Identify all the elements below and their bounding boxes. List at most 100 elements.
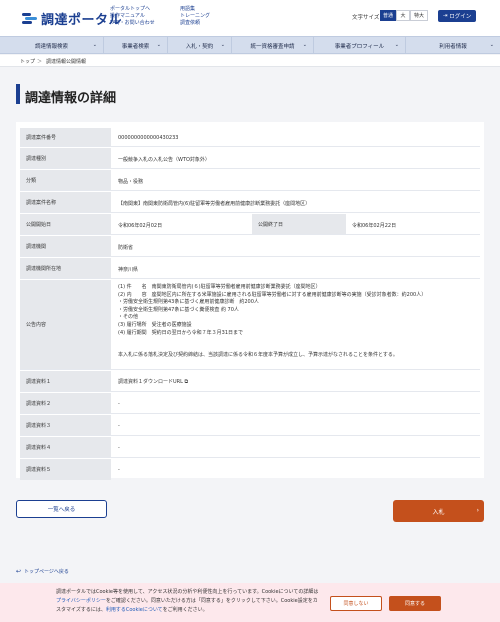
row-material-4: 調達資料４ - bbox=[20, 437, 480, 458]
material3-label: 調達資料３ bbox=[20, 415, 111, 435]
cookie-decline-button[interactable]: 同意しない bbox=[330, 596, 382, 611]
site-logo[interactable]: 調達ポータル bbox=[22, 9, 122, 28]
start-date-label: 公開開始日 bbox=[20, 214, 111, 234]
chevron-down-icon: ⌄ bbox=[92, 42, 97, 48]
nav-label: 利用者情報 bbox=[439, 43, 467, 50]
notice-line: (3) 履行場所 受注者の医療施設 bbox=[118, 321, 192, 328]
agency-value: 防衛省 bbox=[118, 245, 134, 251]
privacy-policy-link[interactable]: プライバシーポリシー bbox=[56, 598, 106, 604]
end-date-value: 令和06年02月22日 bbox=[352, 223, 397, 229]
nav-label: 統一資格審査申請 bbox=[250, 43, 295, 50]
back-to-top-link[interactable]: ↩ トップページへ戻る bbox=[16, 568, 69, 575]
breadcrumb-current: 調達情報公開情報 bbox=[46, 59, 87, 65]
nav-business-profile[interactable]: 事業者プロフィール ⌄ bbox=[314, 37, 406, 54]
detail-card: 調達案件番号 0000000000000430233 調達種別 一般競争入札の入… bbox=[16, 122, 484, 480]
header-links-secondary: 用語集 トレーニング 調査依頼 bbox=[180, 6, 210, 28]
breadcrumb-top-link[interactable]: トップ bbox=[20, 58, 35, 65]
material5-label: 調達資料５ bbox=[20, 459, 111, 480]
material3-value: - bbox=[118, 423, 120, 429]
nav-label: 調達情報検索 bbox=[34, 43, 68, 50]
chevron-down-icon: ⌄ bbox=[156, 42, 161, 48]
category-label: 分類 bbox=[20, 170, 111, 190]
material5-value: - bbox=[118, 467, 120, 473]
external-link-icon: ⧉ bbox=[182, 379, 189, 385]
font-size-large-button[interactable]: 大 bbox=[396, 10, 410, 21]
research-link[interactable]: 調査依頼 bbox=[180, 20, 210, 27]
font-size-label: 文字サイズ bbox=[352, 15, 380, 21]
site-header: 調達ポータル ポータルトップへ 操作マニュアル FAQ・お問い合わせ 用語集 ト… bbox=[0, 0, 500, 36]
font-size-normal-button[interactable]: 普通 bbox=[380, 10, 396, 21]
cookie-info-link[interactable]: 利用するCookieについて bbox=[106, 607, 163, 613]
return-arrow-icon: ↩ bbox=[16, 568, 22, 575]
nav-business-search[interactable]: 事業者検索 ⌄ bbox=[104, 37, 168, 54]
row-category: 分類 物品・役務 bbox=[20, 170, 480, 191]
page-title: 調達情報の詳細 bbox=[25, 91, 117, 106]
header-links-primary: ポータルトップへ 操作マニュアル FAQ・お問い合わせ bbox=[110, 6, 155, 28]
login-button[interactable]: ⇥ ログイン bbox=[438, 10, 476, 22]
cookie-accept-button[interactable]: 同意する bbox=[389, 596, 441, 611]
notice-line: (4) 履行期間 契約日の翌日から令和７年３月31日まで bbox=[118, 329, 244, 336]
name-value: 【南関東】南関東防衛局管内(6)駐留軍等労働者雇用前健康診断業務委託（座間地区） bbox=[118, 201, 311, 207]
logo-mark-icon bbox=[22, 12, 38, 26]
login-icon: ⇥ bbox=[442, 13, 448, 19]
agency-label: 調達機関 bbox=[20, 236, 111, 256]
name-label: 調達案件名称 bbox=[20, 192, 111, 212]
notice-line: ・労働安全衛生規則第47条に基づく糞便検査 約 70人 bbox=[118, 306, 239, 313]
category-value: 物品・役務 bbox=[118, 179, 144, 185]
notice-footer: 本入札に係る落札決定及び契約締結は、当該調達に係る令和６年度本予算が成立し、予算… bbox=[118, 352, 398, 359]
material4-value: - bbox=[118, 445, 120, 451]
notice-label: 公告内容 bbox=[20, 280, 111, 369]
chevron-down-icon: ⌄ bbox=[220, 42, 225, 48]
material1-label: 調達資料１ bbox=[20, 371, 111, 391]
location-value: 神奈川県 bbox=[118, 267, 139, 273]
row-material-2: 調達資料２ - bbox=[20, 393, 480, 414]
notice-line: ・労働安全衛生規則第43条に基づく雇用前健康診断 約200人 bbox=[118, 299, 259, 306]
type-label: 調達種別 bbox=[20, 148, 111, 168]
back-to-top-label: トップページへ戻る bbox=[24, 569, 69, 575]
material2-label: 調達資料２ bbox=[20, 393, 111, 413]
notice-content: (1) 件 名 南関東防衛局管内(６)駐留軍等労働者雇用前健康診断業務委託（座間… bbox=[118, 284, 478, 360]
material1-download-link[interactable]: 調達資料１ダウンロードURL ⧉ bbox=[118, 378, 188, 385]
start-date-value: 令和06年02月02日 bbox=[118, 223, 163, 229]
chevron-down-icon: ⌄ bbox=[489, 42, 494, 48]
nav-label: 入札・契約 bbox=[185, 43, 214, 50]
row-publication-dates: 公開開始日 令和06年02月02日 公開終了日 令和06年02月22日 bbox=[20, 214, 480, 235]
back-to-list-button[interactable]: 一覧へ戻る bbox=[16, 500, 107, 518]
chevron-down-icon: ⌄ bbox=[302, 42, 307, 48]
bid-button[interactable]: 入札 › bbox=[393, 500, 484, 522]
login-label: ログイン bbox=[449, 14, 472, 20]
cookie-notice-text: 調達ポータルではCookie等を使用して、アクセス状況の分析や利便性向上を行って… bbox=[56, 588, 321, 615]
case-number-label: 調達案件番号 bbox=[20, 128, 111, 146]
cookie-text-part: 調達ポータルではCookie等を使用して、アクセス状況の分析や利便性向上を行って… bbox=[56, 589, 319, 595]
nav-qualification[interactable]: 統一資格審査申請 ⌄ bbox=[232, 37, 314, 54]
material2-value: - bbox=[118, 401, 120, 407]
font-size-xlarge-button[interactable]: 特大 bbox=[410, 10, 428, 21]
row-type: 調達種別 一般競争入札の入札公告（WTO対象外） bbox=[20, 148, 480, 169]
cookie-text-part: をご利用ください。 bbox=[162, 607, 208, 613]
faq-link[interactable]: FAQ・お問い合わせ bbox=[110, 20, 155, 27]
nav-procurement-search[interactable]: 調達情報検索 ⌄ bbox=[0, 37, 104, 54]
bid-label: 入札 bbox=[432, 508, 445, 516]
type-value: 一般競争入札の入札公告（WTO対象外） bbox=[118, 157, 210, 163]
case-number-value: 0000000000000430233 bbox=[118, 135, 179, 141]
location-label: 調達機関所在地 bbox=[20, 258, 111, 278]
row-material-5: 調達資料５ - bbox=[20, 459, 480, 480]
breadcrumb: トップ ＞ 調達情報公開情報 bbox=[0, 55, 500, 67]
row-agency: 調達機関 防衛省 bbox=[20, 236, 480, 257]
end-date-label: 公開終了日 bbox=[252, 214, 346, 234]
material4-label: 調達資料４ bbox=[20, 437, 111, 457]
nav-bid-contract[interactable]: 入札・契約 ⌄ bbox=[168, 37, 232, 54]
row-name: 調達案件名称 【南関東】南関東防衛局管内(6)駐留軍等労働者雇用前健康診断業務委… bbox=[20, 192, 480, 213]
row-material-1: 調達資料１ 調達資料１ダウンロードURL ⧉ bbox=[20, 371, 480, 392]
title-accent-bar bbox=[16, 84, 20, 104]
notice-line: (1) 件 名 南関東防衛局管内(６)駐留軍等労働者雇用前健康診断業務委託（座間… bbox=[118, 284, 321, 290]
nav-user-info[interactable]: 利用者情報 ⌄ bbox=[406, 37, 500, 54]
row-case-number: 調達案件番号 0000000000000430233 bbox=[20, 128, 480, 147]
material1-link-text: 調達資料１ダウンロードURL bbox=[118, 379, 183, 385]
row-location: 調達機関所在地 神奈川県 bbox=[20, 258, 480, 279]
row-notice: 公告内容 (1) 件 名 南関東防衛局管内(６)駐留軍等労働者雇用前健康診断業務… bbox=[20, 280, 480, 370]
chevron-down-icon: ⌄ bbox=[394, 42, 399, 48]
cookie-banner: 調達ポータルではCookie等を使用して、アクセス状況の分析や利便性向上を行って… bbox=[0, 583, 500, 622]
chevron-right-icon: › bbox=[476, 507, 479, 514]
notice-line: ・その他 bbox=[118, 314, 139, 321]
